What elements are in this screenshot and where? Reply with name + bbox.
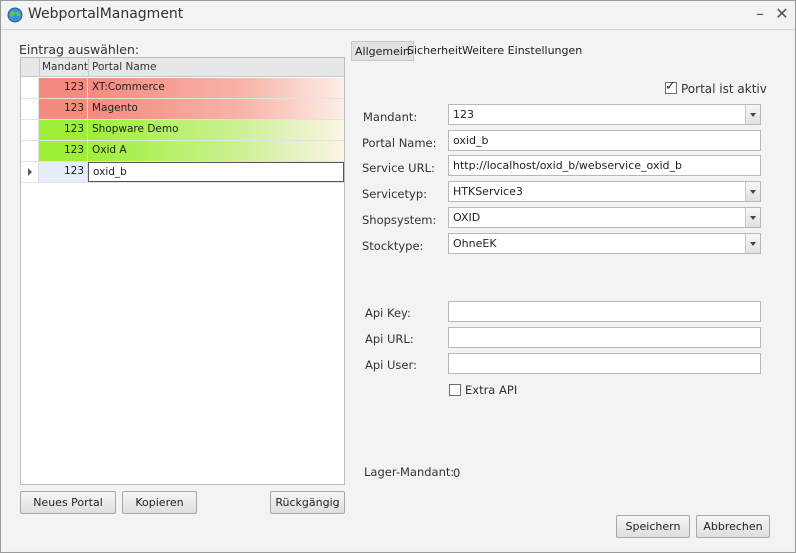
portal-name-input[interactable]: oxid_b bbox=[448, 130, 761, 151]
cell-mandant: 123 bbox=[39, 99, 88, 119]
cell-portal-name: Magento bbox=[88, 99, 344, 119]
servicetyp-select[interactable]: HTKService3 bbox=[448, 181, 761, 202]
lager-mandant-label: Lager-Mandant: bbox=[364, 465, 455, 479]
mandant-value: 123 bbox=[453, 108, 474, 121]
tab-weitere-einstellungen[interactable]: Weitere Einstellungen bbox=[459, 41, 585, 61]
portal-grid[interactable]: Mandant Portal Name 123 XT:Commerce 123 … bbox=[20, 57, 345, 485]
chevron-down-icon[interactable] bbox=[745, 182, 760, 201]
portal-active-label: Portal ist aktiv bbox=[681, 82, 767, 96]
table-row[interactable]: 123 XT:Commerce bbox=[21, 78, 344, 99]
cell-portal-name[interactable]: oxid_b bbox=[88, 162, 344, 182]
cell-mandant: 123 bbox=[39, 141, 88, 161]
column-header-portal-name[interactable]: Portal Name bbox=[92, 61, 156, 73]
extra-api-label: Extra API bbox=[465, 383, 518, 397]
row-indicator bbox=[21, 78, 39, 98]
grid-header: Mandant Portal Name bbox=[21, 58, 344, 77]
chevron-down-icon[interactable] bbox=[745, 105, 760, 124]
new-portal-button[interactable]: Neues Portal bbox=[20, 491, 116, 514]
api-key-label: Api Key: bbox=[365, 306, 411, 320]
title-bar: WebportalManagment – ✕ bbox=[1, 1, 795, 30]
save-button[interactable]: Speichern bbox=[616, 515, 690, 538]
table-row-selected[interactable]: 123 oxid_b bbox=[21, 162, 344, 183]
lager-mandant-value: 0 bbox=[453, 466, 461, 480]
checkmark-icon: ✓ bbox=[665, 79, 676, 94]
window-title: WebportalManagment bbox=[28, 6, 184, 22]
cell-mandant: 123 bbox=[39, 162, 88, 182]
stocktype-label: Stocktype: bbox=[362, 239, 424, 253]
tab-sicherheit[interactable]: Sicherheit bbox=[404, 41, 465, 61]
header-separator bbox=[88, 58, 89, 77]
api-url-input[interactable] bbox=[448, 327, 761, 348]
table-row[interactable]: 123 Magento bbox=[21, 99, 344, 120]
undo-button[interactable]: Rückgängig bbox=[270, 491, 345, 514]
servicetyp-label: Servicetyp: bbox=[362, 187, 427, 201]
minimize-icon[interactable]: – bbox=[750, 4, 770, 24]
webportal-window: WebportalManagment – ✕ Eintrag auswählen… bbox=[0, 0, 796, 553]
api-key-input[interactable] bbox=[448, 301, 761, 322]
close-icon[interactable]: ✕ bbox=[772, 4, 792, 24]
mandant-label: Mandant: bbox=[363, 110, 418, 124]
api-url-label: Api URL: bbox=[365, 332, 414, 346]
row-indicator bbox=[21, 120, 39, 140]
portal-active-checkbox[interactable]: ✓ bbox=[665, 79, 677, 94]
table-row[interactable]: 123 Shopware Demo bbox=[21, 120, 344, 141]
select-entry-label: Eintrag auswählen: bbox=[19, 42, 140, 57]
globe-icon bbox=[7, 7, 23, 23]
extra-api-checkbox[interactable] bbox=[449, 384, 461, 396]
table-row[interactable]: 123 Oxid A bbox=[21, 141, 344, 162]
cell-mandant: 123 bbox=[39, 120, 88, 140]
api-user-label: Api User: bbox=[365, 358, 417, 372]
copy-button[interactable]: Kopieren bbox=[122, 491, 197, 514]
row-indicator bbox=[21, 162, 39, 182]
mandant-select[interactable]: 123 bbox=[448, 104, 761, 125]
header-separator bbox=[39, 58, 40, 77]
row-indicator bbox=[21, 99, 39, 119]
shopsystem-value: OXID bbox=[453, 211, 481, 224]
cell-portal-name: XT:Commerce bbox=[88, 78, 344, 98]
chevron-down-icon[interactable] bbox=[745, 234, 760, 253]
shopsystem-label: Shopsystem: bbox=[362, 213, 437, 227]
servicetyp-value: HTKService3 bbox=[453, 185, 523, 198]
service-url-label: Service URL: bbox=[362, 161, 435, 175]
cell-portal-name: Oxid A bbox=[88, 141, 344, 161]
service-url-input[interactable]: http://localhost/oxid_b/webservice_oxid_… bbox=[448, 155, 761, 176]
cell-mandant: 123 bbox=[39, 78, 88, 98]
column-header-mandant[interactable]: Mandant bbox=[42, 61, 88, 73]
cell-portal-name: Shopware Demo bbox=[88, 120, 344, 140]
shopsystem-select[interactable]: OXID bbox=[448, 207, 761, 228]
cancel-button[interactable]: Abbrechen bbox=[696, 515, 770, 538]
stocktype-select[interactable]: OhneEK bbox=[448, 233, 761, 254]
row-indicator bbox=[21, 141, 39, 161]
stocktype-value: OhneEK bbox=[453, 237, 497, 250]
chevron-down-icon[interactable] bbox=[745, 208, 760, 227]
current-row-arrow-icon bbox=[28, 168, 32, 176]
portal-name-label: Portal Name: bbox=[362, 136, 437, 150]
api-user-input[interactable] bbox=[448, 353, 761, 374]
